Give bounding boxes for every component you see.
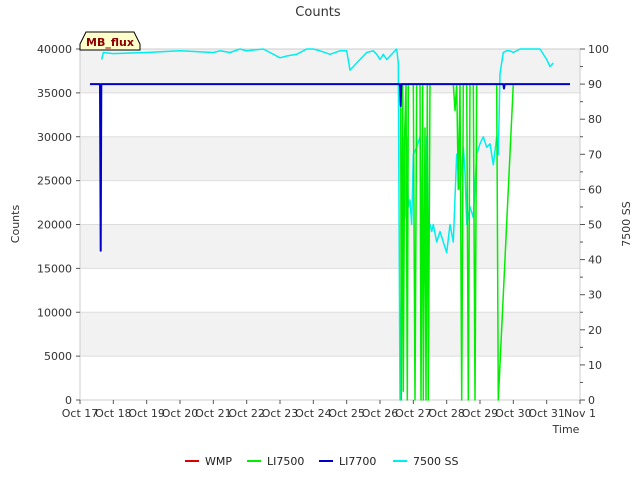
x-tick-label-4: Oct 21: [195, 407, 232, 420]
badge-label: MB_flux: [86, 36, 134, 49]
y-tick-label-4: 20000: [37, 219, 72, 232]
x-tick-label-11: Oct 28: [428, 407, 465, 420]
x-axis-ticks: Oct 17Oct 18Oct 19Oct 20Oct 21Oct 22Oct …: [62, 400, 596, 420]
badge: MB_flux: [79, 31, 141, 51]
band-1: [80, 312, 580, 357]
y2-axis-title: 7500 SS: [620, 201, 633, 246]
x-tick-label-6: Oct 23: [262, 407, 299, 420]
chart-title: Counts: [295, 5, 341, 20]
y-axis-title: Counts: [9, 205, 22, 244]
band-5: [80, 136, 580, 181]
x-tick-label-5: Oct 22: [228, 407, 265, 420]
y-tick-label-5: 25000: [37, 175, 72, 188]
x-tick-label-2: Oct 19: [128, 407, 165, 420]
y-tick-label-7: 35000: [37, 87, 72, 100]
x-tick-label-8: Oct 25: [328, 407, 365, 420]
y2-tick-label-1: 10: [588, 359, 602, 372]
x-tick-label-15: Nov 1: [564, 407, 596, 420]
x-tick-label-13: Oct 30: [495, 407, 532, 420]
x-axis-title: Time: [552, 423, 580, 436]
x-tick-label-1: Oct 18: [95, 407, 132, 420]
x-tick-label-10: Oct 27: [395, 407, 432, 420]
x-tick-label-12: Oct 29: [462, 407, 499, 420]
y-tick-label-0: 0: [65, 394, 72, 407]
y2-tick-label-6: 60: [588, 183, 602, 196]
y2-tick-label-7: 70: [588, 148, 602, 161]
legend-label-wmp: WMP: [205, 455, 232, 468]
y-tick-label-2: 10000: [37, 306, 72, 319]
x-tick-label-9: Oct 26: [362, 407, 399, 420]
y2-tick-label-8: 80: [588, 113, 602, 126]
chart: Oct 17Oct 18Oct 19Oct 20Oct 21Oct 22Oct …: [9, 5, 633, 468]
legend-label-li7700: LI7700: [339, 455, 376, 468]
legend: WMP LI7500 LI7700 7500 SS: [185, 455, 458, 468]
x-tick-label-7: Oct 24: [295, 407, 332, 420]
legend-label-7500-ss: 7500 SS: [413, 455, 458, 468]
y-tick-label-6: 30000: [37, 131, 72, 144]
y2-axis-ticks: 0 10 20 30 40 50 60 70 80 90 100: [580, 43, 609, 407]
x-tick-label-14: Oct 31: [528, 407, 565, 420]
y2-tick-label-5: 50: [588, 219, 602, 232]
legend-label-li7500: LI7500: [267, 455, 304, 468]
horizontal-bands: [80, 49, 580, 357]
y-axis-ticks: 0 5000 10000 15000 20000 25000 30000 35000 40000: [37, 43, 80, 407]
y2-tick-label-10: 100: [588, 43, 609, 56]
x-tick-label-0: Oct 17: [62, 407, 99, 420]
y-tick-label-1: 5000: [44, 350, 72, 363]
y2-tick-label-0: 0: [588, 394, 595, 407]
y2-tick-label-3: 30: [588, 289, 602, 302]
y-tick-label-8: 40000: [37, 43, 72, 56]
y2-tick-label-2: 20: [588, 324, 602, 337]
y2-tick-label-9: 90: [588, 78, 602, 91]
x-tick-label-3: Oct 20: [162, 407, 199, 420]
y-tick-label-3: 15000: [37, 262, 72, 275]
y2-tick-label-4: 40: [588, 254, 602, 267]
